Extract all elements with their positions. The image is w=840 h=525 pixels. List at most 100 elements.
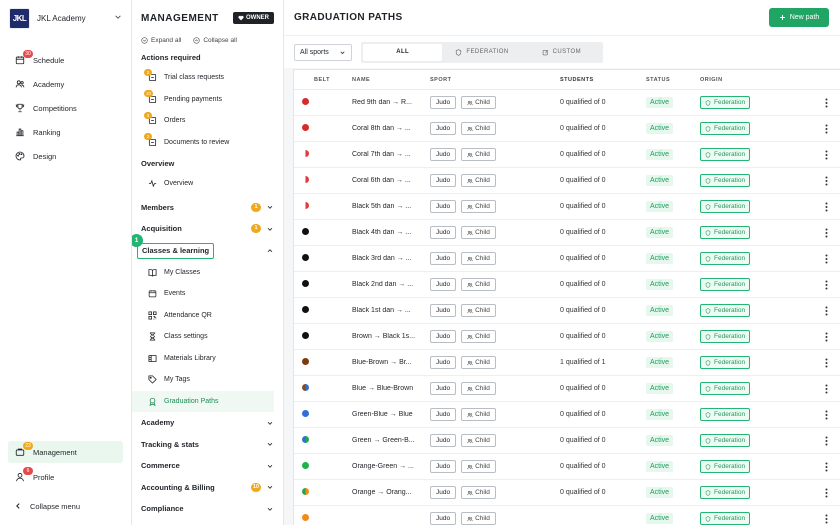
- column-students[interactable]: STUDENTS: [560, 77, 646, 83]
- sidebar-item-academy[interactable]: Academy: [0, 72, 131, 96]
- action-item-trial-class-requests[interactable]: 2 Trial class requests: [132, 67, 283, 89]
- column-belt[interactable]: BELT: [294, 77, 352, 83]
- path-name[interactable]: Coral 7th dan → ...: [352, 151, 430, 158]
- row-menu-button[interactable]: [812, 280, 840, 290]
- column-name[interactable]: NAME: [352, 77, 430, 83]
- classes-item-events[interactable]: Events: [132, 283, 283, 305]
- table-row[interactable]: Black 2nd dan → ... Judo Child 0 qualifi…: [294, 272, 840, 298]
- column-status[interactable]: STATUS: [646, 77, 700, 83]
- table-row[interactable]: Blue → Blue-Brown Judo Child 0 qualified…: [294, 376, 840, 402]
- row-menu-button[interactable]: [812, 514, 840, 524]
- classes-learning-highlight[interactable]: 1 Classes & learning: [132, 233, 215, 259]
- sidebar-item-profile[interactable]: 6 Profile: [0, 465, 131, 489]
- column-origin[interactable]: ORIGIN: [700, 77, 812, 83]
- row-menu-button[interactable]: [812, 436, 840, 446]
- action-item-orders[interactable]: 3 Orders: [132, 110, 283, 132]
- academy-switcher[interactable]: JKL JKL Academy: [0, 0, 131, 36]
- overview-item[interactable]: Overview: [132, 173, 283, 195]
- classes-item-materials-library[interactable]: Materials Library: [132, 348, 283, 370]
- sidebar-item-competitions[interactable]: Competitions: [0, 96, 131, 120]
- row-menu-button[interactable]: [812, 306, 840, 316]
- collapse-menu-button[interactable]: Collapse menu: [0, 493, 131, 519]
- path-name[interactable]: Orange → Orang...: [352, 489, 430, 496]
- group-members[interactable]: Members 1: [132, 197, 283, 219]
- classes-item-class-settings[interactable]: Class settings: [132, 326, 283, 348]
- classes-item-attendance-qr[interactable]: Attendance QR: [132, 305, 283, 327]
- collapse-all-button[interactable]: Collapse all: [193, 37, 237, 44]
- table-row[interactable]: Black 3rd dan → ... Judo Child 0 qualifi…: [294, 246, 840, 272]
- path-name[interactable]: Red 9th dan → R...: [352, 99, 430, 106]
- path-name[interactable]: Blue → Blue-Brown: [352, 385, 430, 392]
- table-row[interactable]: Judo Child Active Federation: [294, 506, 840, 525]
- group-tracking-stats[interactable]: Tracking & stats: [132, 434, 283, 456]
- path-name[interactable]: Black 3rd dan → ...: [352, 255, 430, 262]
- library-icon: [147, 353, 157, 363]
- path-name[interactable]: Green-Blue → Blue: [352, 411, 430, 418]
- classes-item-label: My Tags: [164, 376, 190, 384]
- row-menu-button[interactable]: [812, 332, 840, 342]
- row-menu-button[interactable]: [812, 462, 840, 472]
- sidebar-item-design[interactable]: Design: [0, 144, 131, 168]
- path-name[interactable]: Green → Green-B...: [352, 437, 430, 444]
- group-academy[interactable]: Academy: [132, 412, 283, 434]
- table-row[interactable]: Coral 7th dan → ... Judo Child 0 qualifi…: [294, 142, 840, 168]
- classes-item-graduation-paths[interactable]: Graduation Paths: [132, 390, 274, 412]
- expand-all-button[interactable]: Expand all: [141, 37, 181, 44]
- table-row[interactable]: Red 9th dan → R... Judo Child 0 qualifie…: [294, 90, 840, 116]
- table-row[interactable]: Brown → Black 1s... Judo Child 0 qualifi…: [294, 324, 840, 350]
- path-name[interactable]: Black 4th dan → ...: [352, 229, 430, 236]
- row-menu-button[interactable]: [812, 488, 840, 498]
- row-menu-button[interactable]: [812, 228, 840, 238]
- table-row[interactable]: Orange-Green → ... Judo Child 0 qualifie…: [294, 454, 840, 480]
- path-name[interactable]: Orange-Green → ...: [352, 463, 430, 470]
- table-row[interactable]: Green → Green-B... Judo Child 0 qualifie…: [294, 428, 840, 454]
- classes-item-my-classes[interactable]: My Classes: [132, 262, 283, 284]
- table-row[interactable]: Coral 8th dan → ... Judo Child 0 qualifi…: [294, 116, 840, 142]
- path-name[interactable]: Black 5th dan → ...: [352, 203, 430, 210]
- sidebar-item-schedule[interactable]: 30 Schedule: [0, 48, 131, 72]
- row-menu-button[interactable]: [812, 358, 840, 368]
- row-menu-button[interactable]: [812, 176, 840, 186]
- path-name[interactable]: Brown → Black 1s...: [352, 333, 430, 340]
- group-commerce[interactable]: Commerce: [132, 455, 283, 477]
- path-name[interactable]: Blue-Brown → Br...: [352, 359, 430, 366]
- row-menu-button[interactable]: [812, 150, 840, 160]
- sidebar-item-label: Profile: [33, 472, 55, 482]
- action-item-pending-payments[interactable]: 10 Pending payments: [132, 89, 283, 111]
- table-row[interactable]: Black 4th dan → ... Judo Child 0 qualifi…: [294, 220, 840, 246]
- path-name[interactable]: Black 2nd dan → ...: [352, 281, 430, 288]
- students-count: 0 qualified of 0: [560, 333, 606, 340]
- row-menu-button[interactable]: [812, 410, 840, 420]
- action-item-documents-to-review[interactable]: 2 Documents to review: [132, 132, 283, 154]
- sports-filter-select[interactable]: All sports: [294, 43, 352, 61]
- origin-label: Federation: [714, 255, 746, 262]
- column-sport[interactable]: SPORT: [430, 77, 560, 83]
- row-menu-button[interactable]: [812, 254, 840, 264]
- audience-label: Child: [475, 177, 490, 184]
- row-menu-button[interactable]: [812, 124, 840, 134]
- classes-item-my-tags[interactable]: My Tags: [132, 369, 283, 391]
- path-name[interactable]: Coral 8th dan → ...: [352, 125, 430, 132]
- table-row[interactable]: Black 5th dan → ... Judo Child 0 qualifi…: [294, 194, 840, 220]
- row-menu-button[interactable]: [812, 98, 840, 108]
- path-name[interactable]: Black 1st dan → ...: [352, 307, 430, 314]
- management-title: MANAGEMENT: [141, 12, 219, 24]
- tab-all[interactable]: ALL: [363, 43, 443, 61]
- group-classes-learning[interactable]: 1 Classes & learning: [132, 233, 283, 262]
- row-menu-button[interactable]: [812, 384, 840, 394]
- group-accounting-billing[interactable]: Accounting & Billing 10: [132, 477, 283, 499]
- sidebar-item-management[interactable]: 23 Management: [8, 441, 123, 463]
- tab-federation[interactable]: FEDERATION: [442, 44, 521, 61]
- tab-custom[interactable]: CUSTOM: [522, 44, 601, 61]
- table-row[interactable]: Coral 6th dan → ... Judo Child 0 qualifi…: [294, 168, 840, 194]
- new-path-button[interactable]: New path: [769, 8, 829, 27]
- sidebar-item-ranking[interactable]: Ranking: [0, 120, 131, 144]
- table-row[interactable]: Black 1st dan → ... Judo Child 0 qualifi…: [294, 298, 840, 324]
- table-row[interactable]: Orange → Orang... Judo Child 0 qualified…: [294, 480, 840, 506]
- table-row[interactable]: Blue-Brown → Br... Judo Child 1 qualifie…: [294, 350, 840, 376]
- group-acquisition[interactable]: Acquisition 1: [132, 218, 283, 240]
- group-compliance[interactable]: Compliance: [132, 498, 283, 520]
- row-menu-button[interactable]: [812, 202, 840, 212]
- path-name[interactable]: Coral 6th dan → ...: [352, 177, 430, 184]
- table-row[interactable]: Green-Blue → Blue Judo Child 0 qualified…: [294, 402, 840, 428]
